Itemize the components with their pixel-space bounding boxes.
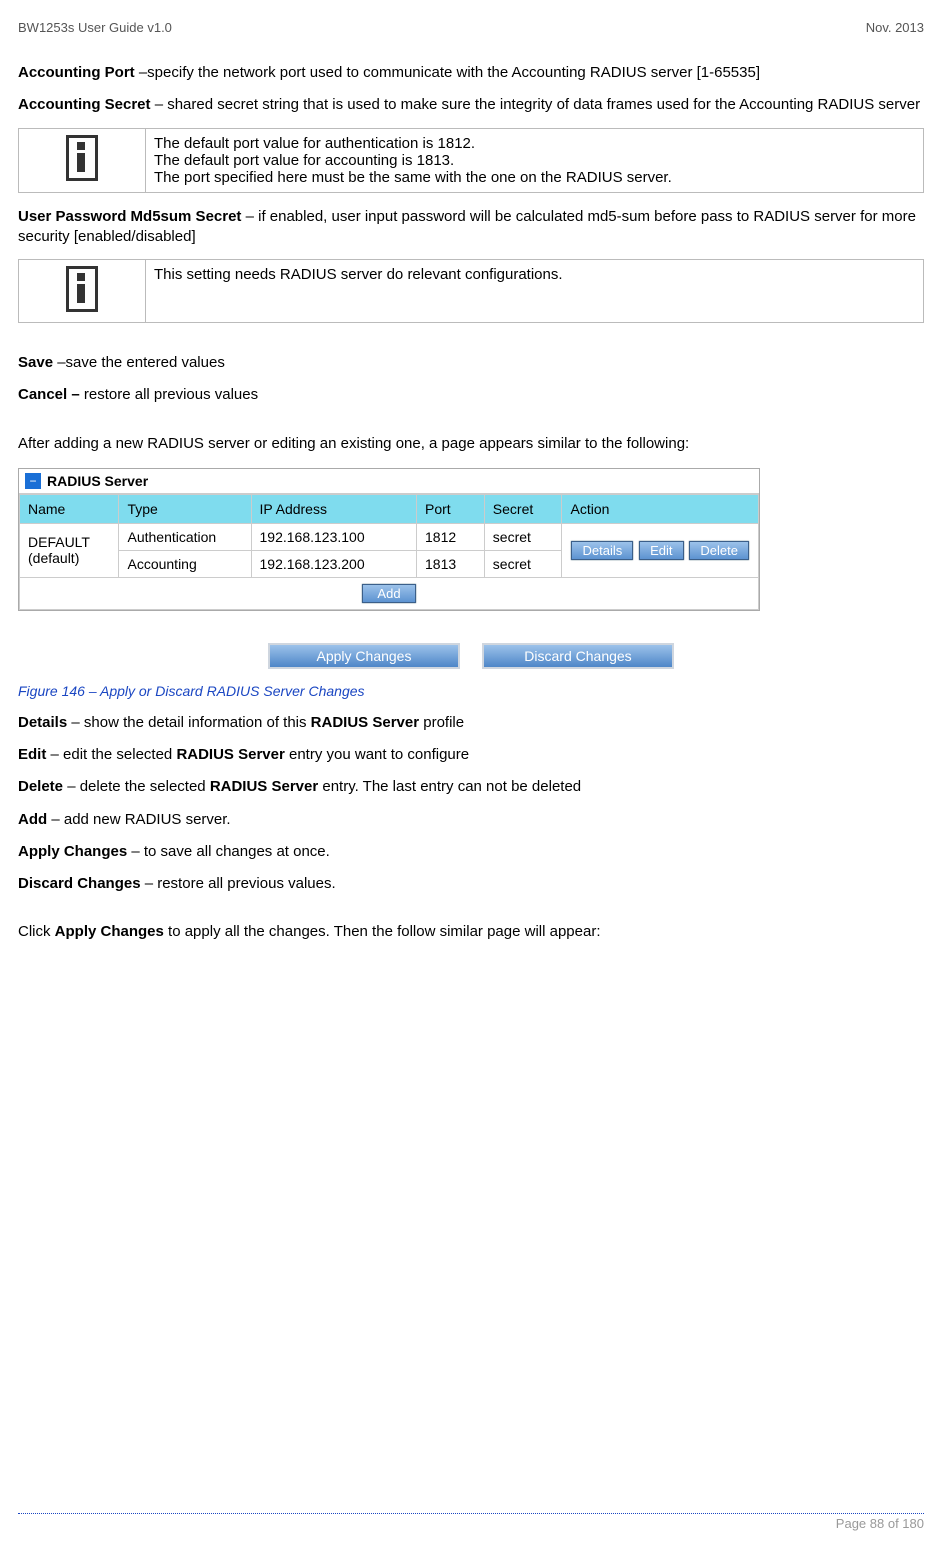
def-label: Delete [18, 778, 63, 795]
text-bold: Apply Changes [55, 923, 164, 940]
col-name: Name [20, 494, 119, 523]
label-accounting-secret: Accounting Secret [18, 96, 151, 113]
info-box-md5: This setting needs RADIUS server do rele… [18, 259, 924, 323]
apply-changes-button[interactable]: Apply Changes [268, 643, 460, 669]
def-text: – restore all previous values. [141, 875, 336, 892]
def-text: – add new RADIUS server. [47, 811, 230, 828]
def-bold: RADIUS Server [176, 746, 284, 763]
col-action: Action [562, 494, 759, 523]
col-ip: IP Address [251, 494, 417, 523]
def-edit: Edit – edit the selected RADIUS Server e… [18, 745, 924, 765]
text-accounting-port: –specify the network port used to commun… [135, 64, 760, 81]
radius-server-panel: − RADIUS Server Name Type IP Address Por… [18, 468, 760, 611]
cell-ip: 192.168.123.100 [251, 523, 417, 550]
def-label: Apply Changes [18, 843, 127, 860]
label-md5sum: User Password Md5sum Secret [18, 208, 241, 225]
def-apply: Apply Changes – to save all changes at o… [18, 842, 924, 862]
def-label: Discard Changes [18, 875, 141, 892]
para-accounting-secret: Accounting Secret – shared secret string… [18, 95, 924, 115]
cell-type: Accounting [119, 550, 251, 577]
info-icon-cell [19, 260, 146, 323]
label-accounting-port: Accounting Port [18, 64, 135, 81]
def-text: – edit the selected [46, 746, 176, 763]
para-md5sum: User Password Md5sum Secret – if enabled… [18, 207, 924, 248]
cell-ip: 192.168.123.200 [251, 550, 417, 577]
apply-discard-row: Apply Changes Discard Changes [18, 643, 924, 669]
info-icon-cell [19, 128, 146, 192]
page-number: Page 88 of 180 [18, 1516, 924, 1531]
table-header-row: Name Type IP Address Port Secret Action [20, 494, 759, 523]
para-cancel: Cancel – restore all previous values [18, 385, 924, 405]
label-cancel: Cancel – [18, 386, 80, 403]
def-discard: Discard Changes – restore all previous v… [18, 874, 924, 894]
info-line: The port specified here must be the same… [154, 169, 915, 186]
para-accounting-port: Accounting Port –specify the network por… [18, 63, 924, 83]
add-button[interactable]: Add [362, 584, 415, 603]
details-button[interactable]: Details [571, 541, 633, 560]
para-after-adding: After adding a new RADIUS server or edit… [18, 434, 924, 454]
label-save: Save [18, 354, 53, 371]
text: to apply all the changes. Then the follo… [164, 923, 601, 940]
add-row: Add [20, 577, 759, 609]
cell-port: 1813 [417, 550, 485, 577]
text-save: –save the entered values [53, 354, 225, 371]
def-bold: RADIUS Server [210, 778, 318, 795]
para-save: Save –save the entered values [18, 353, 924, 373]
col-secret: Secret [484, 494, 562, 523]
edit-button[interactable]: Edit [639, 541, 683, 560]
info-icon [66, 135, 98, 181]
cell-type: Authentication [119, 523, 251, 550]
def-text: entry you want to configure [285, 746, 469, 763]
footer-divider [18, 1513, 924, 1514]
cell-name: DEFAULT (default) [20, 523, 119, 577]
delete-button[interactable]: Delete [689, 541, 749, 560]
def-text: profile [419, 714, 464, 731]
discard-changes-button[interactable]: Discard Changes [482, 643, 674, 669]
text-accounting-secret: – shared secret string that is used to m… [151, 96, 921, 113]
cell-actions: Details Edit Delete [562, 523, 759, 577]
cell-port: 1812 [417, 523, 485, 550]
page-footer: Page 88 of 180 [18, 1473, 924, 1531]
collapse-icon[interactable]: − [25, 473, 41, 489]
radius-titlebar: − RADIUS Server [19, 469, 759, 494]
table-row: DEFAULT (default) Authentication 192.168… [20, 523, 759, 550]
def-delete: Delete – delete the selected RADIUS Serv… [18, 777, 924, 797]
def-text: – show the detail information of this [67, 714, 310, 731]
def-bold: RADIUS Server [311, 714, 419, 731]
def-add: Add – add new RADIUS server. [18, 810, 924, 830]
info-line: The default port value for accounting is… [154, 152, 915, 169]
page-header: BW1253s User Guide v1.0 Nov. 2013 [18, 20, 924, 35]
col-port: Port [417, 494, 485, 523]
info-icon [66, 266, 98, 312]
def-label: Add [18, 811, 47, 828]
doc-date: Nov. 2013 [866, 20, 924, 35]
info-text-ports: The default port value for authenticatio… [146, 128, 924, 192]
cell-secret: secret [484, 523, 562, 550]
def-label: Edit [18, 746, 46, 763]
para-click-apply: Click Apply Changes to apply all the cha… [18, 922, 924, 942]
def-text: – to save all changes at once. [127, 843, 330, 860]
def-text: – delete the selected [63, 778, 210, 795]
def-details: Details – show the detail information of… [18, 713, 924, 733]
def-label: Details [18, 714, 67, 731]
info-text-md5: This setting needs RADIUS server do rele… [146, 260, 924, 323]
info-line: The default port value for authenticatio… [154, 135, 915, 152]
col-type: Type [119, 494, 251, 523]
cell-secret: secret [484, 550, 562, 577]
info-line: This setting needs RADIUS server do rele… [154, 266, 915, 283]
info-box-ports: The default port value for authenticatio… [18, 128, 924, 193]
text: Click [18, 923, 55, 940]
figure-caption: Figure 146 – Apply or Discard RADIUS Ser… [18, 683, 924, 699]
doc-title: BW1253s User Guide v1.0 [18, 20, 172, 35]
radius-title: RADIUS Server [47, 473, 148, 489]
text-cancel: restore all previous values [80, 386, 258, 403]
radius-table: Name Type IP Address Port Secret Action … [19, 494, 759, 610]
def-text: entry. The last entry can not be deleted [318, 778, 581, 795]
